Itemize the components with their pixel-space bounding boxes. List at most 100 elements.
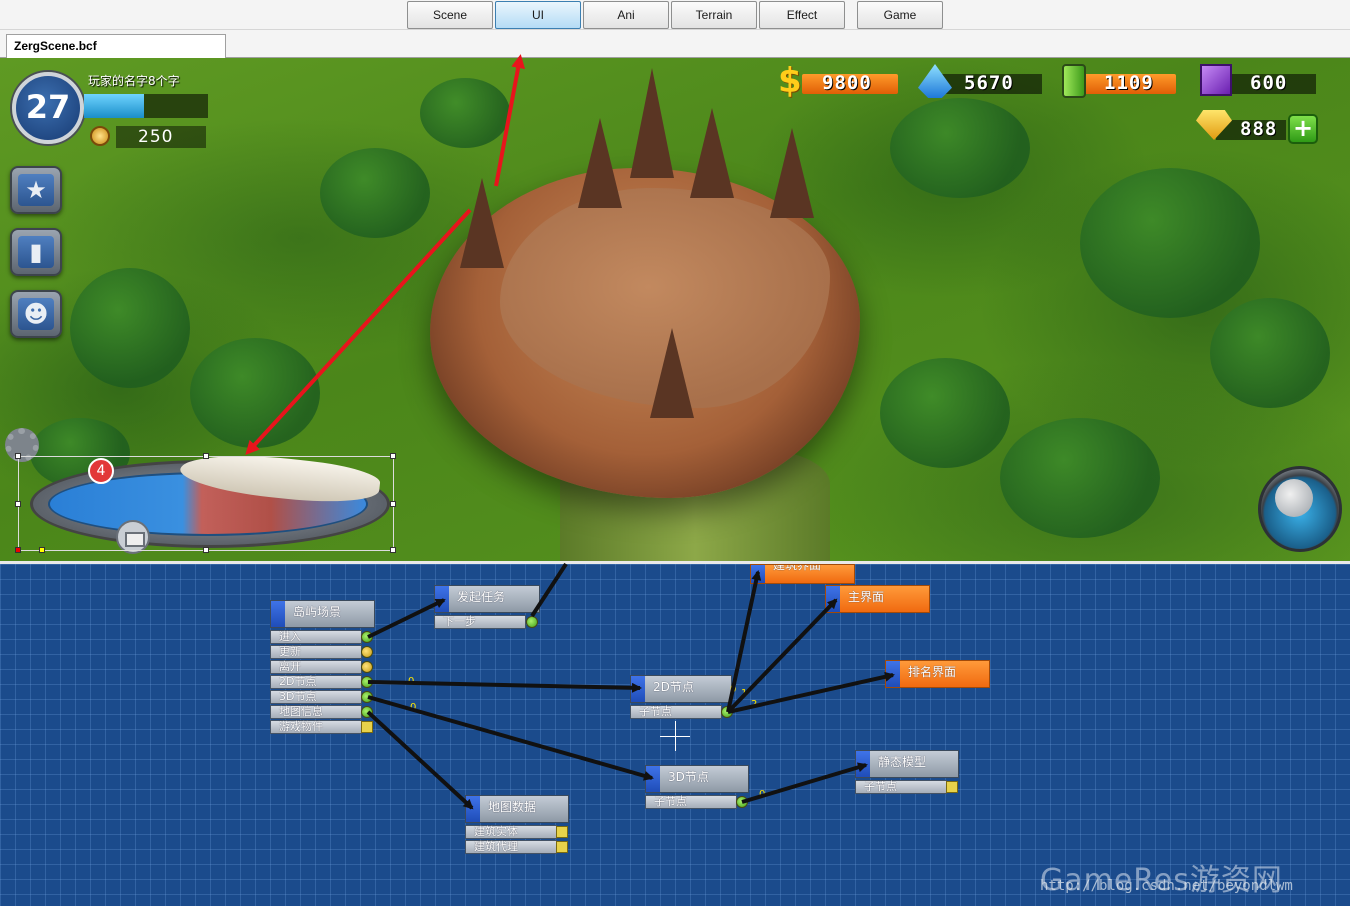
anchor-handle[interactable] <box>15 547 21 553</box>
wire-index-label: 0 <box>730 684 737 695</box>
tree-cluster <box>320 148 430 238</box>
island-spike <box>690 108 734 198</box>
node-title: 排名界面 <box>885 660 990 688</box>
port-2d-node: 2D节点 <box>270 675 362 689</box>
gold-value: 9800 <box>822 72 872 94</box>
resource-energy: 1109 <box>1060 64 1178 98</box>
output-port[interactable] <box>736 796 748 808</box>
add-gems-button[interactable]: + <box>1288 114 1318 144</box>
tab-effect[interactable]: Effect <box>759 1 845 29</box>
output-port[interactable] <box>361 646 373 658</box>
port-game-objects: 游戏物件 <box>270 720 362 734</box>
output-port[interactable] <box>721 706 733 718</box>
energy-canister-icon <box>1062 64 1086 98</box>
port-next-step: 下一步 <box>434 615 526 629</box>
tree-cluster <box>420 78 510 148</box>
node-title: 3D节点 <box>645 765 749 793</box>
pivot-handle[interactable] <box>39 547 45 553</box>
friends-button[interactable]: ☻ <box>10 290 62 338</box>
resource-crystal: 5670 <box>918 64 1043 98</box>
resource-gem: 888 <box>1196 110 1288 140</box>
output-port[interactable] <box>556 841 568 853</box>
wire-index-label: 0 <box>408 676 415 687</box>
mode-toolbar: Scene UI Ani Terrain Effect Game <box>0 0 1350 30</box>
port-building-proxy: 建筑代理 <box>465 840 557 854</box>
tree-cluster <box>1210 298 1330 408</box>
tree-cluster <box>190 338 320 448</box>
port-enter: 进入 <box>270 630 362 644</box>
node-title: 地图数据 <box>465 795 569 823</box>
output-port[interactable] <box>556 826 568 838</box>
wire-index-label: 1 <box>741 688 748 699</box>
xp-bar-fill <box>84 94 144 118</box>
resize-handle[interactable] <box>390 501 396 507</box>
wire-index-label: 0 <box>410 702 417 713</box>
tree-cluster <box>1000 418 1160 538</box>
radar-dish-icon[interactable] <box>1258 466 1342 552</box>
port-building-entity: 建筑实体 <box>465 825 557 839</box>
tab-scene[interactable]: Scene <box>407 1 493 29</box>
tab-terrain[interactable]: Terrain <box>671 1 757 29</box>
player-level-badge[interactable]: 27 <box>12 72 84 144</box>
selection-box[interactable] <box>15 453 396 553</box>
crystal-value: 5670 <box>964 72 1014 94</box>
port-3d-node: 3D节点 <box>270 690 362 704</box>
tree-cluster <box>70 268 190 388</box>
resize-handle[interactable] <box>203 547 209 553</box>
document-tab-zergscene[interactable]: ZergScene.bcf <box>6 34 226 58</box>
resource-cube: 600 <box>1200 64 1318 96</box>
cube-icon <box>1200 64 1232 96</box>
output-port[interactable] <box>361 661 373 673</box>
resize-handle[interactable] <box>15 453 21 459</box>
resize-handle[interactable] <box>15 501 21 507</box>
output-port[interactable] <box>526 616 538 628</box>
tab-ani[interactable]: Ani <box>583 1 669 29</box>
island-spike <box>578 118 622 208</box>
cursor-crosshair <box>675 721 676 751</box>
output-port[interactable] <box>361 706 373 718</box>
output-port[interactable] <box>361 691 373 703</box>
output-port[interactable] <box>361 721 373 733</box>
node-title: 建筑界面 <box>750 564 855 584</box>
energy-value: 1109 <box>1104 72 1154 94</box>
node-title: 主界面 <box>825 585 930 613</box>
tree-cluster <box>890 98 1030 198</box>
achievements-button[interactable]: ★ <box>10 166 62 214</box>
watermark-url: http://blog.csdn.net/beyondlwm <box>1040 878 1293 894</box>
port-child: 子节点 <box>630 705 722 719</box>
wire-index-label: 2 <box>751 699 758 710</box>
tree-cluster <box>880 358 1010 468</box>
node-title: 岛屿场景 <box>270 600 375 628</box>
resize-handle[interactable] <box>203 453 209 459</box>
tree-cluster <box>1080 168 1260 318</box>
port-map-info: 地图信息 <box>270 705 362 719</box>
port-child: 子节点 <box>855 780 947 794</box>
bar-chart-icon: ▮ <box>29 238 43 266</box>
people-icon: ☻ <box>23 300 49 328</box>
output-port[interactable] <box>361 631 373 643</box>
medal-icon <box>90 126 110 146</box>
gem-value: 888 <box>1240 118 1278 140</box>
node-title: 2D节点 <box>630 675 732 703</box>
xp-bar <box>84 94 208 118</box>
resize-handle[interactable] <box>390 547 396 553</box>
port-leave: 离开 <box>270 660 362 674</box>
tab-game[interactable]: Game <box>857 1 943 29</box>
output-port[interactable] <box>946 781 958 793</box>
medal-value: 250 <box>116 126 206 148</box>
cube-value: 600 <box>1250 72 1288 94</box>
wire-index-label: 0 <box>759 789 766 800</box>
gold-icon: $ <box>778 61 802 101</box>
output-port[interactable] <box>361 676 373 688</box>
island-spike <box>770 128 814 218</box>
island-spike <box>630 68 674 178</box>
resize-handle[interactable] <box>390 453 396 459</box>
document-tab-strip: ZergScene.bcf <box>0 30 1350 58</box>
tab-ui[interactable]: UI <box>495 1 581 29</box>
ranking-button[interactable]: ▮ <box>10 228 62 276</box>
port-child: 子节点 <box>645 795 737 809</box>
resource-gold: $ 9800 <box>778 64 900 98</box>
player-name: 玩家的名字8个字 <box>88 74 180 88</box>
star-icon: ★ <box>25 176 47 204</box>
node-title: 静态模型 <box>855 750 959 778</box>
